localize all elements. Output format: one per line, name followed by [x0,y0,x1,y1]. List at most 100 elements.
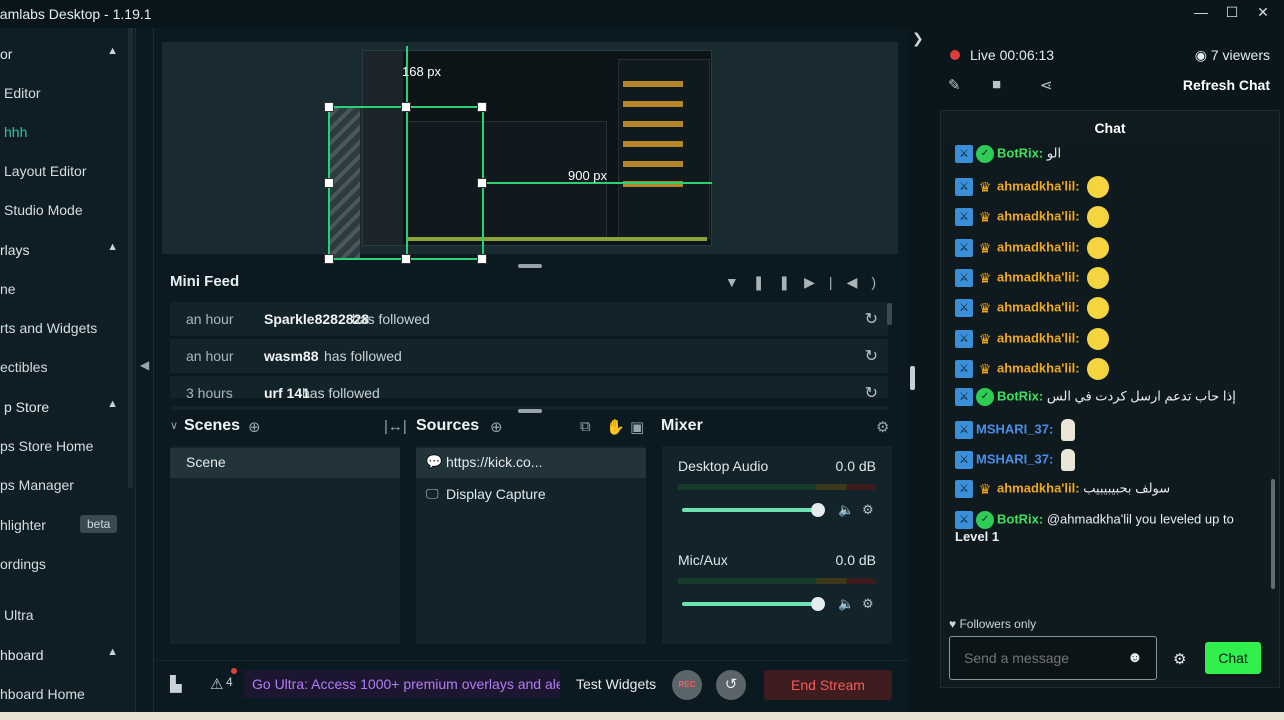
chat-username[interactable]: ahmadkha'lil [997,239,1075,254]
main-scrollbar[interactable] [910,366,915,390]
chat-username[interactable]: ahmadkha'lil [997,299,1075,314]
sidebar-item[interactable]: p Store ▲ [0,394,128,420]
stats-chart-icon[interactable]: ▙ [170,675,182,693]
minimize-button[interactable]: — [1190,4,1212,22]
resize-handle[interactable] [477,178,487,188]
resize-handle[interactable] [324,254,334,264]
sidebar-item[interactable]: hlighter beta [0,512,128,538]
test-widgets-button[interactable]: Test Widgets [576,676,656,692]
edit-pencil-icon[interactable]: ✎ [948,76,961,94]
sidebar-item[interactable]: hhh [0,119,128,145]
end-stream-button[interactable]: End Stream [764,670,892,700]
add-source-icon[interactable]: ⊕ [490,418,503,436]
chat-message: ⚔ MSHARI_37: [955,419,1261,441]
speaker-icon[interactable]: 🔈 [838,502,854,518]
resize-divider-handle[interactable] [518,409,542,413]
replay-alert-icon[interactable]: ↻ [865,309,878,329]
collapse-sidebar-icon[interactable]: ◀ [140,358,149,372]
filter-icon[interactable]: ▼ [725,274,753,290]
chevron-up-icon[interactable]: ▲ [107,45,118,57]
resize-handle[interactable] [324,102,334,112]
channel-gear-icon[interactable]: ⚙ [862,502,874,518]
volume-slider-knob[interactable] [811,503,825,517]
chat-username[interactable]: MSHARI_37 [976,451,1049,466]
sidebar-item[interactable]: ectibles [0,354,128,380]
record-button[interactable]: REC [672,670,702,700]
maximize-button[interactable]: ☐ [1221,4,1243,22]
moderator-sword-icon: ⚔ [955,208,973,226]
sidebar-item[interactable]: hboard ▲ [0,642,128,668]
sidebar-item[interactable]: Ultra [0,602,128,628]
resize-divider-handle[interactable] [518,264,542,268]
sidebar-item[interactable]: ne [0,276,128,302]
sidebar-item[interactable]: Studio Mode [0,197,128,223]
scene-item[interactable]: Scene [170,448,400,478]
sidebar-item[interactable]: or ▲ [0,41,128,67]
chevron-up-icon[interactable]: ▲ [107,241,118,253]
close-button[interactable]: ✕ [1252,4,1274,22]
ultra-promo-banner[interactable]: Go Ultra: Access 1000+ premium overlays … [244,670,560,698]
chat-username[interactable]: ahmadkha'lil [997,208,1075,223]
bottom-bar: ▙ ⚠ 4 Go Ultra: Access 1000+ premium ove… [154,660,908,712]
pause-icon[interactable]: ❚❚ [753,274,804,290]
resize-handle[interactable] [401,102,411,112]
speaker-icon[interactable]: 🔈 [838,596,854,612]
source-hand-icon[interactable]: ✋ [606,418,625,436]
chat-username[interactable]: BotRix [997,388,1039,403]
chat-scrollbar[interactable] [1271,479,1275,589]
chat-username[interactable]: BotRix [997,511,1039,526]
chat-settings-gear-icon[interactable]: ⚙ [1173,650,1186,668]
sidebar-item[interactable]: ordings [0,551,128,577]
chat-username[interactable]: MSHARI_37 [976,421,1049,436]
refresh-chat-button[interactable]: Refresh Chat [1183,77,1270,93]
camera-icon[interactable]: ■ [992,76,1001,93]
chat-username[interactable]: ahmadkha'lil [997,269,1075,284]
sidebar-item[interactable]: Layout Editor [0,158,128,184]
replay-buffer-icon[interactable]: ↺ [716,670,746,700]
sidebar-item[interactable]: Editor [0,80,128,106]
chat-message-input[interactable] [949,636,1157,680]
resize-handle[interactable] [477,102,487,112]
sidebar-item[interactable]: hboard Home [0,681,128,707]
skip-icon[interactable]: ▶| [804,274,846,290]
sidebar-scrollbar[interactable] [128,28,133,488]
source-item-display-capture[interactable]: 🖵 Display Capture [416,480,646,510]
sidebar-item-label: ordings [0,556,46,572]
channel-gear-icon[interactable]: ⚙ [862,596,874,612]
share-icon[interactable]: ⋖ [1040,76,1053,94]
volume-slider[interactable] [682,508,818,512]
send-chat-button[interactable]: Chat [1205,642,1261,674]
stream-preview[interactable]: 168 px 900 px [162,42,898,264]
collapse-chat-icon[interactable]: ❯ [912,30,924,47]
sidebar-item[interactable]: rlays ▲ [0,237,128,263]
chat-username[interactable]: ahmadkha'lil [997,360,1075,375]
chevron-up-icon[interactable]: ▲ [107,398,118,410]
feed-time: an hour [186,311,234,327]
emoji-smile-icon[interactable]: ☻ [1127,649,1143,666]
volume-icon[interactable]: ◀) [847,274,890,290]
source-item-browser[interactable]: 💬 https://kick.co... [416,448,646,478]
chat-username[interactable]: ahmadkha'lil [997,330,1075,345]
chat-username[interactable]: BotRix [997,145,1039,160]
mixer-settings-gear-icon[interactable]: ⚙ [876,418,889,436]
scene-transition-icon[interactable]: |↔| [384,418,407,435]
chevron-up-icon[interactable]: ▲ [107,646,118,658]
sidebar-item[interactable]: rts and Widgets [0,315,128,341]
resize-handle[interactable] [477,254,487,264]
resize-handle[interactable] [324,178,334,188]
chat-username[interactable]: ahmadkha'lil [997,178,1075,193]
collapse-chevron-icon[interactable]: ∨ [170,419,178,432]
sidebar-item[interactable]: ps Store Home [0,433,128,459]
source-group-icon[interactable]: ⧉ [580,418,591,435]
chat-username[interactable]: ahmadkha'lil [997,480,1075,495]
resize-handle[interactable] [401,254,411,264]
volume-slider-knob[interactable] [811,597,825,611]
add-scene-icon[interactable]: ⊕ [248,418,261,436]
chat-gutter: ❯ [908,28,934,712]
volume-slider[interactable] [682,602,818,606]
sidebar-item[interactable]: ps Manager [0,472,128,498]
feed-scrollbar[interactable] [887,303,892,325]
alert-icon[interactable]: ⚠ [210,675,223,693]
add-folder-icon[interactable]: ▣ [630,418,644,436]
replay-alert-icon[interactable]: ↻ [865,346,878,366]
